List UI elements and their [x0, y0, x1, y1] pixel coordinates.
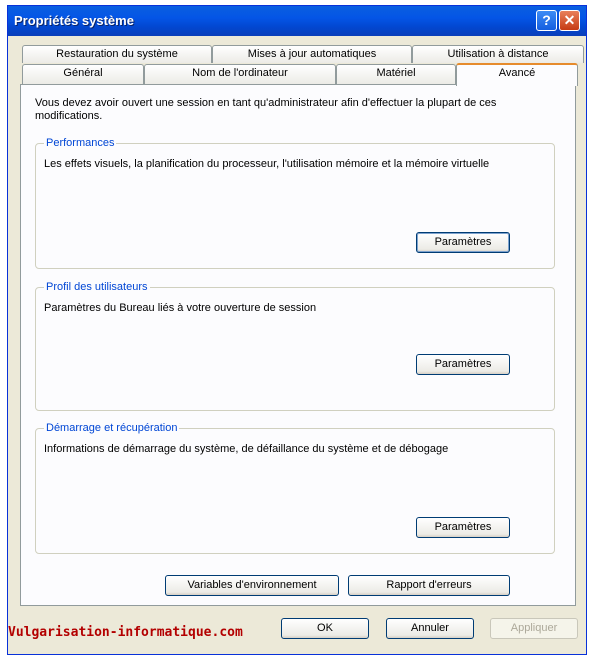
help-button[interactable]: ?	[536, 10, 557, 31]
group-performances: Performances Les effets visuels, la plan…	[35, 137, 555, 269]
group-label: Profil des utilisateurs	[44, 281, 150, 294]
ok-button[interactable]: OK	[281, 618, 369, 639]
startup-settings-button[interactable]: Paramètres	[416, 517, 510, 538]
system-properties-window: Propriétés système ? ✕ Restauration du s…	[7, 5, 587, 655]
close-button[interactable]: ✕	[559, 10, 580, 31]
tab-label: Mises à jour automatiques	[247, 48, 377, 60]
tab-general[interactable]: Général	[22, 64, 144, 84]
title-bar[interactable]: Propriétés système ? ✕	[8, 6, 586, 36]
tab-materiel[interactable]: Matériel	[336, 64, 456, 84]
help-icon: ?	[542, 12, 551, 28]
error-reporting-button[interactable]: Rapport d'erreurs	[348, 575, 510, 596]
tab-restauration-systeme[interactable]: Restauration du système	[22, 45, 212, 63]
tab-panel-avance: Vous devez avoir ouvert une session en t…	[20, 84, 576, 606]
tab-label: Utilisation à distance	[447, 48, 549, 60]
environment-variables-button[interactable]: Variables d'environnement	[165, 575, 339, 596]
group-description: Paramètres du Bureau liés à votre ouvert…	[44, 302, 317, 314]
tab-label: Restauration du système	[56, 48, 178, 60]
tab-nom-ordinateur[interactable]: Nom de l'ordinateur	[144, 64, 336, 84]
group-description: Informations de démarrage du système, de…	[44, 443, 449, 455]
tab-label: Nom de l'ordinateur	[192, 67, 288, 79]
tab-label: Matériel	[376, 67, 416, 79]
cancel-button[interactable]: Annuler	[386, 618, 474, 639]
group-description: Les effets visuels, la planification du …	[44, 158, 490, 170]
tab-avance[interactable]: Avancé	[456, 63, 578, 86]
group-demarrage-recuperation: Démarrage et récupération Informations d…	[35, 422, 555, 554]
window-title: Propriétés système	[14, 13, 134, 28]
watermark-text: Vulgarisation-informatique.com	[8, 625, 243, 640]
group-label: Démarrage et récupération	[44, 422, 180, 435]
apply-button[interactable]: Appliquer	[490, 618, 578, 639]
tab-mises-a-jour[interactable]: Mises à jour automatiques	[212, 45, 412, 63]
tab-label: Général	[63, 67, 103, 79]
tab-label: Avancé	[498, 67, 536, 79]
tab-utilisation-distance[interactable]: Utilisation à distance	[412, 45, 584, 63]
profiles-settings-button[interactable]: Paramètres	[416, 354, 510, 375]
performances-settings-button[interactable]: Paramètres	[416, 232, 510, 253]
close-icon: ✕	[563, 12, 576, 28]
group-profil-utilisateurs: Profil des utilisateurs Paramètres du Bu…	[35, 281, 555, 411]
intro-text: Vous devez avoir ouvert une session en t…	[35, 97, 497, 122]
group-label: Performances	[44, 137, 117, 150]
